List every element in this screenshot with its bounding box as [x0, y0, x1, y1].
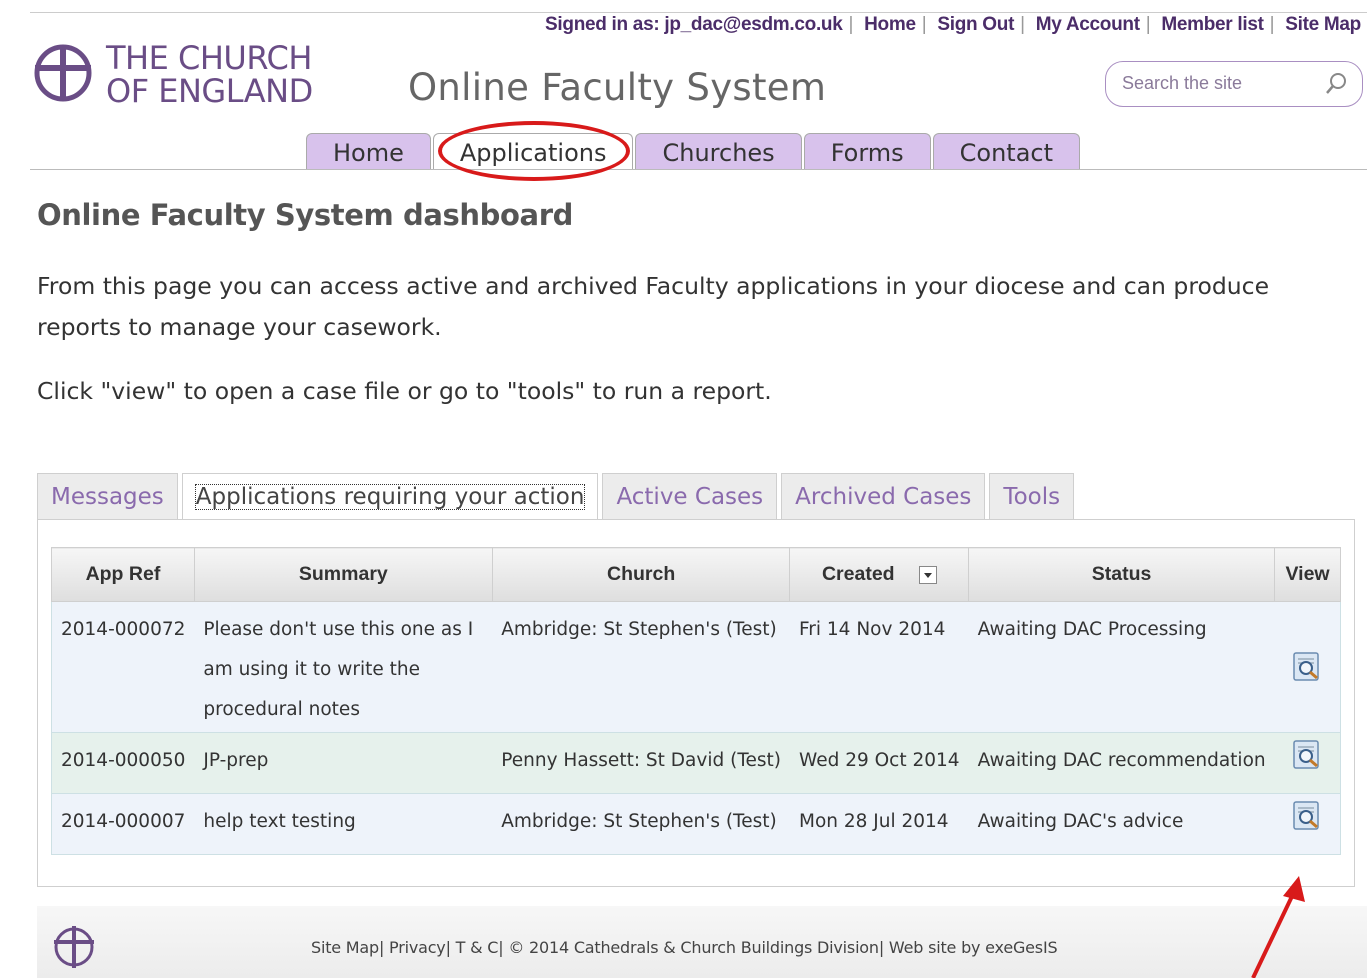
cell-created: Mon 28 Jul 2014	[789, 793, 969, 855]
tab-active-cases[interactable]: Active Cases	[602, 473, 778, 519]
my-account-link[interactable]: My Account	[1036, 14, 1140, 35]
cell-ref: 2014-000072	[51, 601, 195, 733]
site-map-link[interactable]: Site Map	[1285, 14, 1361, 35]
table-row: 2014-000050 JP-prep Penny Hassett: St Da…	[51, 732, 1341, 794]
home-link[interactable]: Home	[864, 14, 916, 35]
cell-summary: Please don't use this one as I am using …	[194, 601, 493, 733]
cell-summary: JP-prep	[194, 732, 493, 794]
nav-tab-home[interactable]: Home	[306, 133, 431, 169]
top-divider	[30, 12, 1367, 13]
signed-in-label: Signed in as: jp_dac@esdm.co.uk	[545, 14, 843, 35]
cell-view	[1274, 793, 1341, 855]
applications-table: App Ref Summary Church Created Status Vi…	[51, 547, 1341, 855]
cell-status: Awaiting DAC's advice	[968, 793, 1275, 855]
cell-view	[1274, 732, 1341, 794]
col-summary[interactable]: Summary	[193, 547, 493, 602]
cross-logo-icon	[34, 44, 92, 102]
footer: Site Map| Privacy| T & C| © 2014 Cathedr…	[37, 906, 1367, 978]
intro-text: From this page you can access active and…	[37, 272, 1270, 341]
cell-church: Penny Hassett: St David (Test)	[492, 732, 790, 794]
cell-church: Ambridge: St Stephen's (Test)	[492, 793, 790, 855]
tab-applications-requiring-action[interactable]: Applications requiring your action	[181, 473, 599, 519]
cell-created: Fri 14 Nov 2014	[789, 601, 969, 733]
member-list-link[interactable]: Member list	[1161, 14, 1264, 35]
cell-ref: 2014-000050	[51, 732, 195, 794]
search-icon[interactable]	[1324, 72, 1348, 96]
site-title: Online Faculty System	[408, 66, 827, 109]
sign-out-link[interactable]: Sign Out	[937, 14, 1014, 35]
cell-summary: help text testing	[194, 793, 493, 855]
tab-tools[interactable]: Tools	[989, 473, 1075, 519]
nav-tab-contact[interactable]: Contact	[932, 133, 1081, 169]
instruction-text: Click "view" to open a case file or go t…	[37, 377, 772, 405]
view-magnifier-icon[interactable]	[1292, 740, 1322, 770]
view-magnifier-icon[interactable]	[1292, 652, 1322, 682]
cross-logo-icon[interactable]	[51, 924, 97, 970]
logo-text: THE CHURCH OF ENGLAND	[106, 39, 313, 110]
table-row: 2014-000072 Please don't use this one as…	[51, 601, 1341, 733]
page-title: Online Faculty System dashboard	[37, 198, 573, 232]
tab-archived-cases[interactable]: Archived Cases	[781, 473, 986, 519]
cell-ref: 2014-000007	[51, 793, 195, 855]
nav-tab-churches[interactable]: Churches	[635, 133, 802, 169]
tab-messages[interactable]: Messages	[37, 473, 178, 519]
nav-tab-forms[interactable]: Forms	[803, 133, 931, 169]
footer-links[interactable]: Site Map| Privacy| T & C| © 2014 Cathedr…	[311, 938, 1058, 957]
col-view[interactable]: View	[1274, 547, 1341, 602]
sort-dropdown-icon[interactable]	[918, 565, 937, 584]
cell-status: Awaiting DAC recommendation	[968, 732, 1275, 794]
col-app-ref[interactable]: App Ref	[51, 547, 195, 602]
cell-status: Awaiting DAC Processing	[968, 601, 1275, 733]
col-status[interactable]: Status	[968, 547, 1276, 602]
search-input[interactable]	[1120, 72, 1314, 95]
nav-tab-applications[interactable]: Applications	[432, 133, 634, 169]
col-church[interactable]: Church	[491, 547, 791, 602]
cell-created: Wed 29 Oct 2014	[789, 732, 969, 794]
account-links: Signed in as: jp_dac@esdm.co.uk | Home | S…	[545, 14, 1361, 35]
cell-church: Ambridge: St Stephen's (Test)	[492, 601, 790, 733]
dashboard-tabs: Messages Applications requiring your act…	[37, 473, 1078, 519]
search-box[interactable]	[1105, 61, 1363, 107]
view-magnifier-icon[interactable]	[1292, 801, 1322, 831]
table-row: 2014-000007 help text testing Ambridge: …	[51, 793, 1341, 855]
main-nav: Home Applications Churches Forms Contact	[306, 133, 1082, 169]
col-created[interactable]: Created	[789, 547, 970, 602]
cell-view	[1274, 601, 1341, 733]
